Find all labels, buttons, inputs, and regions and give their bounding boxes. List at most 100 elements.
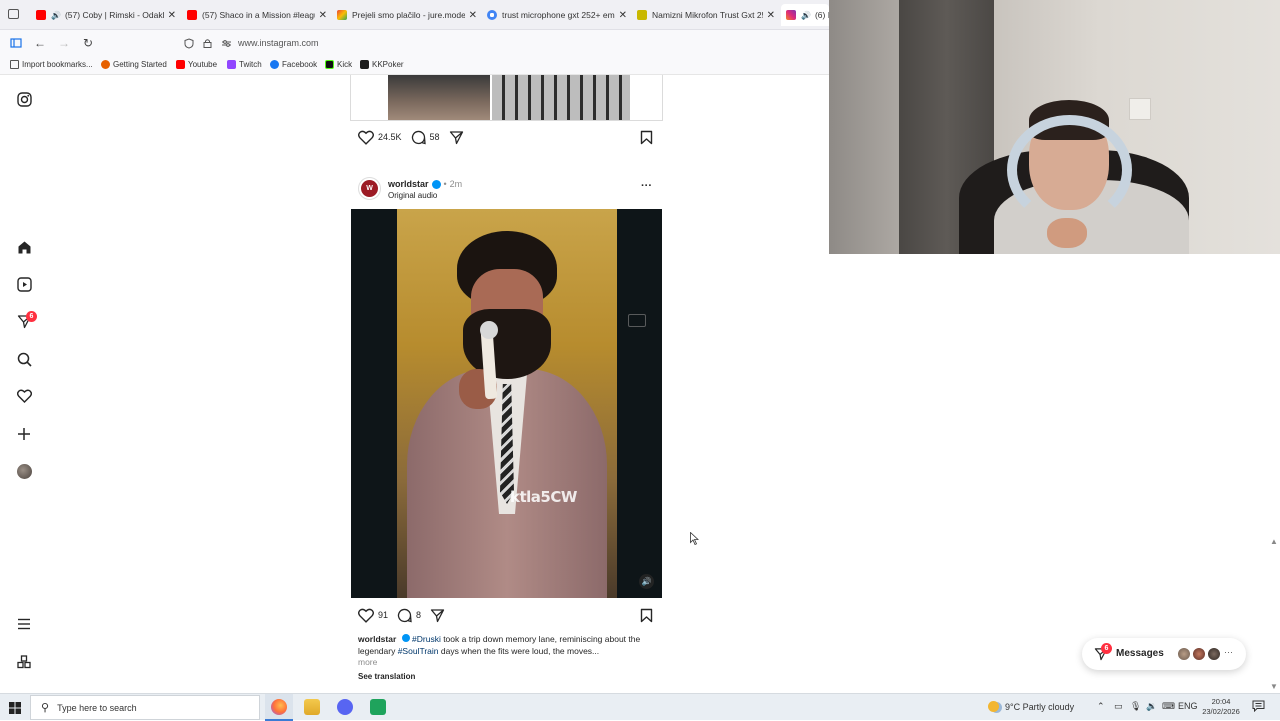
bookmark-import[interactable]: Import bookmarks... [10, 60, 93, 69]
more-options-icon[interactable]: ··· [641, 180, 652, 192]
weather-widget[interactable]: 9°C Partly cloudy [988, 701, 1074, 712]
tab-youtube-coby[interactable]: 🔊 (57) Coby | Rimski - Odakle ✕ [36, 4, 176, 26]
bookmark-label: Facebook [282, 60, 318, 69]
post-audio[interactable]: Original audio [388, 191, 437, 200]
instagram-logo-icon[interactable] [16, 91, 32, 107]
chat-avatar [1177, 647, 1191, 661]
scrollbar-thumb[interactable]: ▲ [1270, 537, 1278, 546]
sound-toggle-icon[interactable]: 🔊 [639, 574, 654, 589]
weather-text: 9°C Partly cloudy [1005, 701, 1075, 712]
previous-post-carousel[interactable] [388, 75, 630, 120]
post-frame-border [662, 75, 663, 120]
video-frame [397, 209, 617, 598]
create-icon[interactable] [16, 426, 32, 442]
heart-icon[interactable] [16, 388, 32, 404]
save-icon[interactable] [640, 608, 653, 628]
speaker-icon[interactable]: 🔊 [801, 11, 811, 20]
video-watermark: ktla5CW [510, 488, 577, 506]
gmail-icon [337, 10, 347, 20]
chevron-up-icon[interactable]: ⌃ [1097, 701, 1105, 712]
twitch-icon [227, 60, 236, 69]
tab-label: Prejeli smo plačilo - jure.modec [352, 10, 465, 20]
close-tab-icon[interactable]: ✕ [619, 10, 627, 21]
kkpoker-icon [360, 60, 369, 69]
notification-badge: 6 [26, 311, 37, 322]
comment-icon[interactable] [411, 130, 426, 145]
like-count[interactable]: 91 [378, 610, 388, 620]
reload-icon[interactable]: ↻ [80, 35, 96, 51]
sidebar-toggle-icon[interactable] [8, 35, 24, 51]
more-link[interactable]: more [358, 657, 377, 667]
caption-username[interactable]: worldstar [358, 634, 396, 644]
bookmark-facebook[interactable]: Facebook [270, 60, 317, 69]
file-explorer-icon[interactable] [304, 699, 320, 715]
reels-icon[interactable] [16, 276, 32, 292]
tab-instagram[interactable]: 🔊 (6) I [781, 4, 829, 26]
tracking-shield-icon[interactable] [181, 35, 197, 51]
post-frame-bottom [350, 120, 663, 121]
scrollbar-down-arrow[interactable]: ▼ [1270, 682, 1278, 691]
tab-label: (57) Shaco in a Mission #league [202, 10, 315, 20]
messages-button[interactable]: 6 Messages ··· [1082, 638, 1246, 670]
close-tab-icon[interactable]: ✕ [469, 10, 477, 21]
forward-icon[interactable]: → [56, 35, 72, 51]
tab-google-search[interactable]: trust microphone gxt 252+ emit ✕ [487, 4, 627, 26]
network-icon[interactable]: ⌨ [1162, 701, 1175, 712]
lock-icon[interactable] [199, 35, 215, 51]
search-icon[interactable] [16, 351, 32, 367]
discord-icon[interactable] [337, 699, 353, 715]
close-tab-icon[interactable]: ✕ [319, 10, 327, 21]
bookmark-twitch[interactable]: Twitch [227, 60, 262, 69]
bookmark-kkpoker[interactable]: KKPoker [360, 60, 404, 69]
close-tab-icon[interactable]: ✕ [767, 10, 775, 21]
windows-start-icon[interactable] [9, 701, 21, 714]
speaker-icon[interactable]: 🔊 [51, 11, 61, 20]
post-author-avatar[interactable]: W [358, 177, 381, 200]
bookmark-label: Youtube [188, 60, 218, 69]
verified-badge-icon [431, 179, 441, 189]
facebook-icon [270, 60, 279, 69]
comment-icon[interactable] [397, 608, 412, 623]
taskbar-search[interactable]: ⚲ Type here to search [30, 695, 260, 720]
post-video[interactable]: ktla5CW 🔊 [351, 209, 662, 598]
like-icon[interactable] [358, 130, 374, 145]
bookmark-youtube[interactable]: Youtube [176, 60, 217, 69]
bookmark-getting-started[interactable]: Getting Started [101, 60, 167, 69]
battery-icon[interactable]: ▭ [1114, 701, 1123, 712]
firefox-icon[interactable] [271, 699, 287, 715]
video-microphone-head [480, 321, 498, 339]
back-icon[interactable]: ← [32, 35, 48, 51]
more-apps-icon[interactable] [16, 654, 32, 670]
separator: • [443, 179, 447, 189]
tab-youtube-shaco[interactable]: (57) Shaco in a Mission #league ✕ [187, 4, 327, 26]
post-time[interactable]: 2m [450, 179, 463, 189]
hashtag-link[interactable]: #SoulTrain [398, 646, 439, 656]
volume-icon[interactable]: 🔉 [1146, 701, 1157, 712]
language-indicator[interactable]: ENG [1178, 701, 1198, 711]
hashtag-link[interactable]: #Druski [412, 634, 441, 644]
url-field[interactable]: www.instagram.com [238, 38, 319, 48]
like-count[interactable]: 24.5K [378, 132, 402, 142]
profile-avatar[interactable] [16, 463, 32, 479]
youtube-icon [36, 10, 46, 20]
tab-overview-icon[interactable] [8, 9, 19, 19]
app-icon[interactable] [370, 699, 386, 715]
bookmark-kick[interactable]: Kick [325, 60, 352, 69]
menu-icon[interactable] [16, 616, 32, 632]
clock[interactable]: 20:04 23/02/2026 [1198, 697, 1244, 717]
save-icon[interactable] [640, 130, 653, 150]
see-translation-link[interactable]: See translation [358, 672, 415, 681]
picture-in-picture-icon[interactable] [628, 314, 646, 327]
notifications-icon[interactable] [1252, 700, 1266, 714]
site-permissions-icon[interactable] [218, 35, 234, 51]
like-icon[interactable] [358, 608, 374, 623]
messages-badge: 6 [1101, 643, 1112, 654]
microphone-icon[interactable]: 🎙 [1130, 701, 1141, 712]
home-icon[interactable] [16, 239, 32, 255]
share-icon[interactable] [449, 130, 464, 145]
tab-gmail[interactable]: Prejeli smo plačilo - jure.modec ✕ [337, 4, 477, 26]
share-icon[interactable] [430, 608, 445, 623]
post-username[interactable]: worldstar [388, 179, 429, 189]
close-tab-icon[interactable]: ✕ [168, 10, 176, 21]
tab-mimovrste[interactable]: Namizni Mikrofon Trust Gxt 252 ✕ [637, 4, 775, 26]
